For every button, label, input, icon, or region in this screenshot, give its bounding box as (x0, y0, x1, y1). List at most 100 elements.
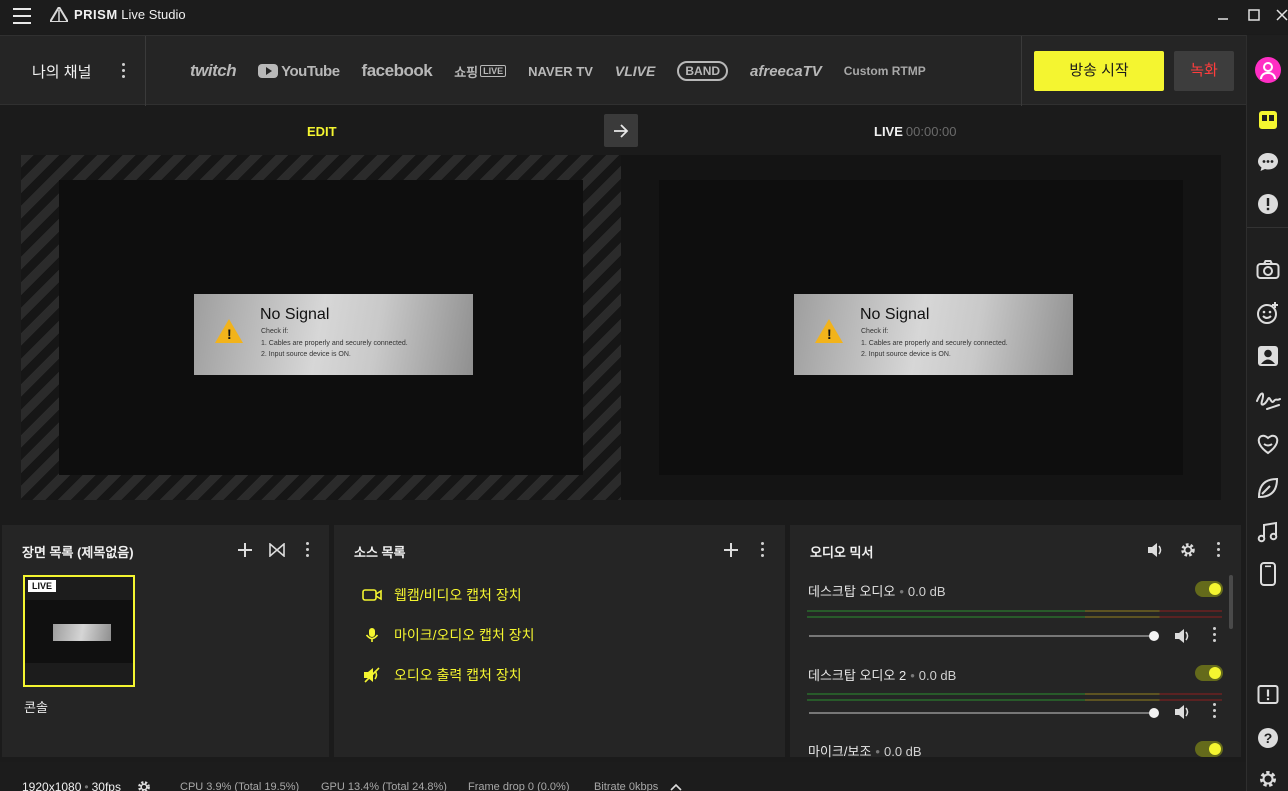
sidebar-notice[interactable] (1255, 191, 1281, 217)
chevron-up-icon[interactable] (670, 783, 682, 791)
profile-button[interactable] (1255, 57, 1281, 83)
platform-facebook[interactable]: facebook (362, 61, 433, 81)
sidebar-drawing[interactable] (1255, 387, 1281, 413)
sidebar-chat[interactable] (1255, 149, 1281, 175)
maximize-button[interactable] (1244, 6, 1264, 26)
mixer-more-icon[interactable] (1217, 542, 1221, 560)
avatar (1255, 57, 1281, 83)
gear-icon[interactable] (1180, 542, 1196, 558)
volume-icon[interactable] (1174, 628, 1192, 644)
no-signal-text: Check if: (861, 328, 889, 335)
platform-navertv[interactable]: NAVER TV (528, 64, 593, 79)
platform-list: twitch YouTube facebook 쇼핑 LIVE NAVER TV … (190, 58, 926, 84)
edit-canvas[interactable]: ! No Signal Check if: 1. Cables are prop… (59, 180, 583, 475)
sidebar-camera[interactable] (1255, 257, 1281, 283)
tab-edit[interactable]: EDIT (307, 124, 337, 139)
no-signal-card: ! No Signal Check if: 1. Cables are prop… (194, 294, 473, 375)
platform-custom-rtmp[interactable]: Custom RTMP (844, 64, 926, 78)
no-signal-title: No Signal (260, 306, 330, 323)
close-button[interactable] (1272, 6, 1288, 26)
edit-preview[interactable]: ! No Signal Check if: 1. Cables are prop… (21, 155, 621, 500)
minimize-icon (1218, 18, 1228, 20)
slider-handle[interactable] (1149, 708, 1159, 718)
my-channel-label[interactable]: 나의 채널 (32, 61, 91, 82)
slider-handle[interactable] (1149, 631, 1159, 641)
live-badge: LIVE (28, 580, 57, 592)
sidebar-report[interactable] (1255, 682, 1281, 708)
source-item-audio-output[interactable]: 오디오 출력 캡처 장치 (362, 665, 522, 685)
mixer-scrollbar[interactable] (1229, 575, 1233, 629)
layout-icon (1259, 111, 1277, 129)
volume-icon[interactable] (1174, 704, 1192, 720)
status-resolution: 1920x1080 • 30fps (22, 780, 121, 791)
sidebar-likes[interactable] (1255, 431, 1281, 457)
menu-icon[interactable] (13, 8, 31, 24)
alert-circle-icon (1258, 194, 1278, 214)
scene-thumbnail[interactable]: LIVE (23, 575, 135, 687)
no-signal-text: 2. Input source device is ON. (861, 351, 951, 358)
gear-icon[interactable] (137, 780, 151, 791)
sidebar-beauty[interactable] (1255, 475, 1281, 501)
app-logo: PRISM Live Studio (50, 7, 186, 22)
live-canvas: ! No Signal Check if: 1. Cables are prop… (659, 180, 1183, 475)
sidebar-sticker[interactable] (1255, 300, 1281, 326)
volume-icon[interactable] (1147, 542, 1165, 558)
camera-icon (362, 589, 382, 601)
maximize-icon (1248, 9, 1260, 21)
phone-icon (1260, 562, 1276, 586)
channel-more-icon[interactable] (122, 63, 126, 81)
tab-live[interactable]: LIVE 00:00:00 (874, 124, 957, 139)
scene-name[interactable]: 콘솔 (24, 697, 48, 716)
right-sidebar: ? (1246, 35, 1288, 791)
sidebar-mobile[interactable] (1255, 561, 1281, 587)
platform-shopping-live[interactable]: 쇼핑 LIVE (454, 62, 507, 81)
sidebar-settings[interactable] (1255, 766, 1281, 791)
no-signal-text: Check if: (261, 328, 289, 335)
channel-more-icon[interactable] (1213, 627, 1217, 645)
sidebar-virtual-bg[interactable] (1255, 343, 1281, 369)
mixer-channel-toggle[interactable] (1195, 741, 1223, 757)
source-item-microphone[interactable]: 마이크/오디오 캡처 장치 (362, 625, 534, 645)
leaf-icon (1257, 477, 1279, 499)
app-window: PRISM Live Studio 나의 채널 twitch YouTube f… (0, 0, 1288, 791)
transition-icon[interactable] (269, 543, 285, 557)
sidebar-music[interactable] (1255, 519, 1281, 545)
smiley-add-icon (1257, 302, 1278, 324)
status-bitrate: Bitrate 0kbps (594, 781, 659, 791)
status-bar: 1920x1080 • 30fps CPU 3.9% (Total 19.5%) G… (0, 762, 1246, 791)
platform-band[interactable]: BAND (677, 61, 729, 81)
status-frame-drop: Frame drop 0 (0.0%) (468, 781, 570, 791)
add-source-icon[interactable] (724, 543, 738, 557)
source-item-webcam[interactable]: 웹캠/비디오 캡처 장치 (362, 585, 522, 605)
preview-area: EDIT LIVE 00:00:00 ! No Signal Check if: … (0, 106, 1246, 520)
audio-mixer-panel: 오디오 믹서 데스크탑 오디오 • 0.0 dB 데스크탑 오디오 2 • 0.0 dB… (790, 525, 1241, 759)
scene-more-icon[interactable] (306, 542, 310, 560)
close-icon (1276, 9, 1288, 21)
channel-more-icon[interactable] (1213, 703, 1217, 721)
add-scene-icon[interactable] (238, 543, 252, 557)
platform-vlive[interactable]: VLIVE (615, 63, 655, 79)
sidebar-help[interactable]: ? (1255, 725, 1281, 751)
portrait-icon (1258, 346, 1278, 366)
platform-afreecatv[interactable]: afreecaTV (750, 63, 822, 80)
mixer-channel-toggle[interactable] (1195, 581, 1223, 597)
level-meter (807, 616, 1222, 618)
source-more-icon[interactable] (761, 542, 765, 560)
transition-button[interactable] (604, 114, 638, 147)
no-signal-text: 1. Cables are properly and securely conn… (261, 340, 408, 347)
level-meter (807, 699, 1222, 701)
title-bar: PRISM Live Studio (0, 0, 1288, 34)
live-timer: 00:00:00 (905, 124, 957, 139)
record-button[interactable]: 녹화 (1174, 51, 1234, 91)
platform-youtube[interactable]: YouTube (258, 63, 340, 80)
mixer-channel-toggle[interactable] (1195, 665, 1223, 681)
platform-twitch[interactable]: twitch (190, 61, 237, 81)
status-gpu: GPU 13.4% (Total 24.8%) (321, 781, 447, 791)
volume-slider[interactable] (809, 631, 1159, 641)
volume-slider[interactable] (809, 708, 1159, 718)
svg-text:?: ? (1264, 730, 1273, 746)
channel-bar: 나의 채널 twitch YouTube facebook 쇼핑 LIVE NAV… (0, 35, 1246, 106)
start-broadcast-button[interactable]: 방송 시작 (1034, 51, 1164, 91)
minimize-button[interactable] (1213, 6, 1233, 26)
sidebar-dashboard[interactable] (1255, 107, 1281, 133)
